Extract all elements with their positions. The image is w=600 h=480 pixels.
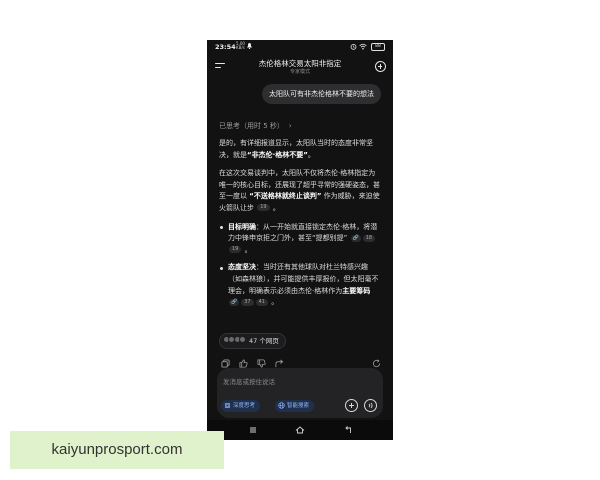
alarm-icon bbox=[350, 43, 357, 50]
share-icon[interactable] bbox=[275, 359, 284, 368]
like-icon[interactable] bbox=[239, 359, 248, 368]
phone-screen: 23:54 5.00 KB/s 88 杰伦格林交易太阳非指定 专家模式 太阳队可… bbox=[207, 40, 393, 440]
copy-icon[interactable] bbox=[221, 359, 230, 368]
watermark-banner: kaiyunprosport.com bbox=[10, 431, 224, 469]
thought-label: 已思考（用时 5 秒） bbox=[219, 122, 284, 130]
status-right-icons: 88 bbox=[350, 43, 385, 51]
atom-icon bbox=[224, 402, 231, 409]
composer-placeholder: 发消息或按住说话 bbox=[223, 378, 275, 386]
deep-think-chip[interactable]: 深度思考 bbox=[221, 400, 261, 412]
list-item: 目标明确：从一开始就直接锁定杰伦·格林，将潜力中锋申京拒之门外，甚至“提都别提”… bbox=[219, 222, 381, 257]
chevron-right-icon: › bbox=[288, 122, 292, 130]
add-attachment-icon[interactable] bbox=[345, 399, 358, 412]
citation-badge[interactable]: 19 bbox=[229, 246, 242, 254]
android-nav-bar bbox=[207, 420, 393, 440]
list-item: 态度坚决：当时还有其他球队对杜兰特感兴趣（如森林狼），并可能提供丰厚报价，但太阳… bbox=[219, 262, 381, 308]
sources-button[interactable]: 47 个网页 bbox=[219, 333, 286, 349]
sources-label: 47 个网页 bbox=[249, 337, 279, 345]
citation-badge[interactable]: 18 bbox=[362, 234, 376, 242]
citation-badge[interactable]: 37 bbox=[241, 298, 254, 306]
battery-icon: 88 bbox=[371, 43, 385, 51]
hamburger-menu-icon[interactable] bbox=[215, 63, 225, 71]
message-composer[interactable]: 发消息或按住说话 深度思考 智能搜索 bbox=[217, 368, 383, 418]
network-speed: 5.00 KB/s bbox=[236, 41, 245, 50]
status-bar: 23:54 5.00 KB/s 88 bbox=[207, 40, 393, 54]
smart-search-chip[interactable]: 智能搜索 bbox=[275, 400, 315, 412]
watermark-text: kaiyunprosport.com bbox=[51, 441, 183, 458]
wifi-icon bbox=[359, 43, 367, 50]
voice-input-icon[interactable] bbox=[364, 399, 377, 412]
assistant-answer: 是的，有详细报道显示，太阳队当时的态度非常坚决，就是“非杰伦·格林不要”。 在这… bbox=[219, 138, 381, 315]
citation-badge[interactable]: 41 bbox=[255, 298, 268, 306]
source-avatars-icon bbox=[222, 334, 246, 348]
answer-paragraph: 是的，有详细报道显示，太阳队当时的态度非常坚决，就是“非杰伦·格林不要”。 bbox=[219, 139, 373, 159]
recent-apps-icon[interactable] bbox=[248, 425, 258, 435]
citation-badge[interactable]: 19 bbox=[257, 204, 270, 212]
link-icon[interactable]: 🔗 bbox=[229, 298, 240, 306]
globe-icon bbox=[278, 402, 285, 409]
status-time: 23:54 bbox=[215, 43, 236, 51]
chat-header: 杰伦格林交易太阳非指定 专家模式 bbox=[207, 54, 393, 78]
new-chat-icon[interactable] bbox=[375, 61, 386, 72]
bell-icon bbox=[247, 43, 252, 49]
dislike-icon[interactable] bbox=[257, 359, 266, 368]
regenerate-icon[interactable] bbox=[372, 359, 381, 368]
back-icon[interactable] bbox=[343, 425, 353, 435]
link-icon[interactable]: 🔗 bbox=[350, 234, 361, 242]
answer-paragraph: 在这次交易谈判中，太阳队不仅将杰伦·格林指定为唯一的核心目标，还展现了超乎寻常的… bbox=[219, 169, 380, 212]
chat-mode-subtitle: 专家模式 bbox=[289, 69, 310, 75]
home-icon[interactable] bbox=[295, 425, 305, 435]
thought-toggle[interactable]: 已思考（用时 5 秒） › bbox=[219, 121, 292, 131]
answer-bullet-list: 目标明确：从一开始就直接锁定杰伦·格林，将潜力中锋申京拒之门外，甚至“提都别提”… bbox=[219, 222, 381, 309]
user-message-bubble[interactable]: 太阳队可有非杰伦格林不要的想法 bbox=[262, 84, 381, 104]
